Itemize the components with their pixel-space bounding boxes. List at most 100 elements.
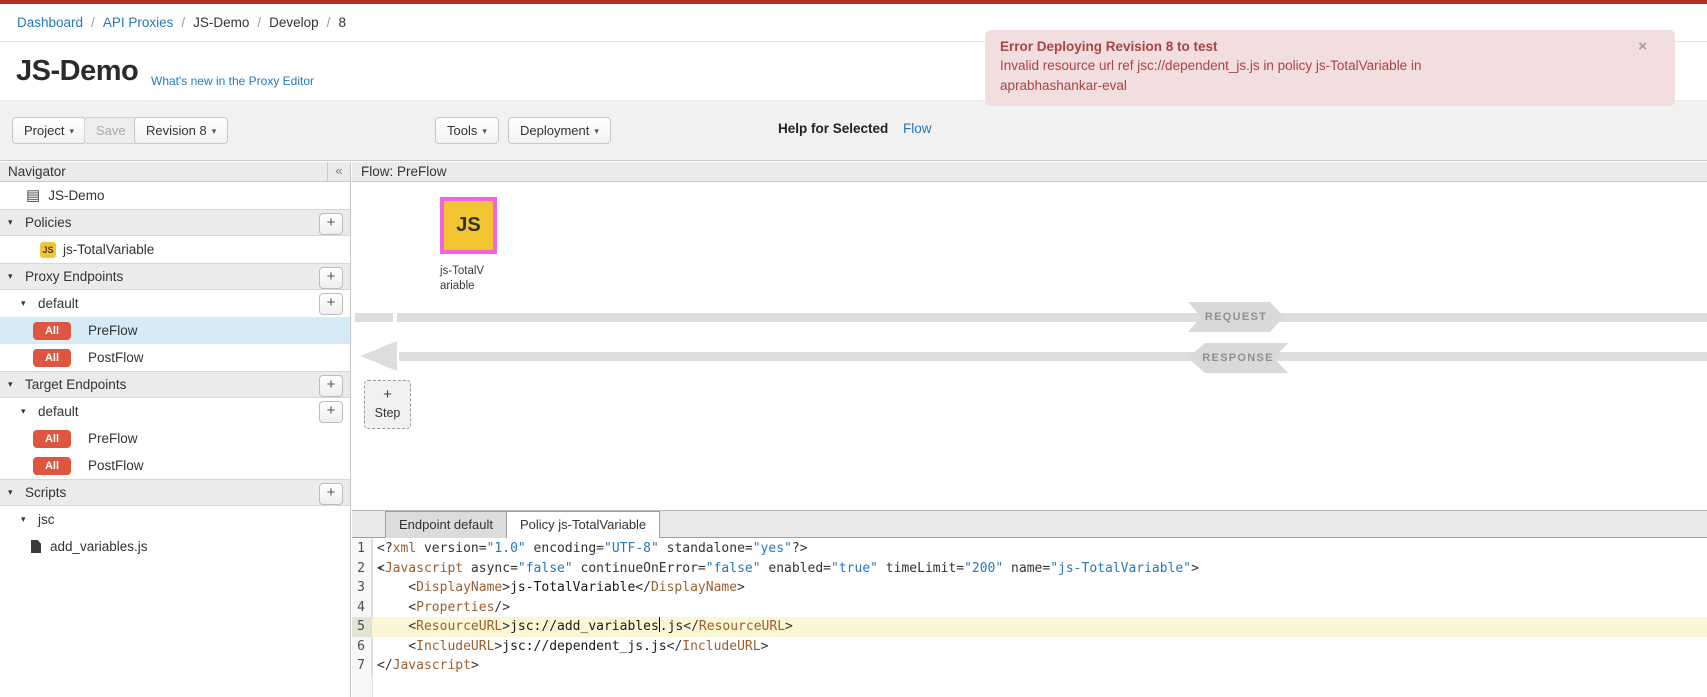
nav-item-policies[interactable]: ▾ Policies +: [0, 209, 350, 236]
nav-item-label: PostFlow: [88, 350, 144, 365]
nav-item-label: js-TotalVariable: [63, 242, 154, 257]
flow-condition-badge: All: [33, 430, 71, 448]
deployment-button[interactable]: Deployment▾: [508, 117, 611, 144]
breadcrumb-separator: /: [181, 15, 185, 30]
navigator-tree: ▤JS-Demo ▾ Policies + JS js-TotalVariable ▾ Pro…: [0, 182, 350, 560]
tree-caret-icon[interactable]: ▾: [8, 487, 17, 498]
breadcrumb-separator: /: [257, 15, 261, 30]
close-icon[interactable]: ×: [1638, 38, 1647, 55]
nav-item-label: add_variables.js: [50, 539, 148, 554]
code-area[interactable]: 1<?xml version="1.0" encoding="UTF-8" st…: [352, 538, 1707, 697]
code-text: <Javascript async="false" continueOnErro…: [372, 559, 1199, 579]
save-button[interactable]: Save: [84, 117, 138, 144]
add-button[interactable]: +: [319, 483, 343, 505]
help-for-selected-label: Help for Selected: [778, 121, 888, 136]
editor-tab-policy-js-totalvariable[interactable]: Policy js-TotalVariable: [506, 511, 660, 538]
error-toast-message-line-2: aprabhashankar-eval: [1000, 76, 1627, 96]
tree-caret-icon[interactable]: ▾: [21, 406, 30, 417]
flow-header: Flow: PreFlow: [352, 162, 1707, 182]
tree-caret-icon[interactable]: ▾: [8, 271, 17, 282]
js-policy-node[interactable]: JS: [440, 197, 497, 254]
navigator-title: Navigator: [8, 164, 66, 179]
nav-item-label: Scripts: [25, 485, 66, 500]
js-policy-label: js-TotalV ariable: [440, 264, 484, 294]
nav-item-label: PreFlow: [88, 431, 138, 446]
nav-item-jsc[interactable]: ▾ jsc: [0, 506, 350, 533]
code-line-2[interactable]: 2▾<Javascript async="false" continueOnEr…: [352, 559, 1707, 579]
tree-caret-icon[interactable]: ▾: [8, 379, 17, 390]
nav-item-postflow[interactable]: AllPostFlow: [0, 344, 350, 371]
nav-item-preflow[interactable]: All PreFlow: [0, 317, 350, 344]
code-line-1[interactable]: 1<?xml version="1.0" encoding="UTF-8" st…: [352, 539, 1707, 559]
add-button[interactable]: +: [319, 293, 343, 315]
code-editor: Endpoint defaultPolicy js-TotalVariable …: [352, 510, 1707, 697]
add-step-button[interactable]: + Step: [364, 380, 411, 429]
code-text: <IncludeURL>jsc://dependent_js.js</Inclu…: [372, 637, 768, 657]
tree-caret-icon[interactable]: ▾: [8, 217, 17, 228]
nav-item-label: default: [38, 296, 79, 311]
nav-item-preflow[interactable]: All PreFlow: [0, 425, 350, 452]
line-number: 6: [352, 637, 372, 657]
error-toast-title: Error Deploying Revision 8 to test: [1000, 39, 1627, 54]
code-line-5[interactable]: 5 <ResourceURL>jsc://add_variables.js</R…: [352, 617, 1707, 637]
collapse-panel-button[interactable]: «: [327, 162, 350, 181]
nav-item-label: PreFlow: [88, 323, 138, 338]
add-button[interactable]: +: [319, 401, 343, 423]
nav-item-add-variables-js[interactable]: add_variables.js: [0, 533, 350, 560]
nav-item-scripts[interactable]: ▾ Scripts +: [0, 479, 350, 506]
breadcrumb-8: 8: [338, 15, 346, 30]
line-number: 3: [352, 578, 372, 598]
code-line-3[interactable]: 3 <DisplayName>js-TotalVariable</Display…: [352, 578, 1707, 598]
line-number: 5: [352, 617, 372, 637]
project-button[interactable]: Project▾: [12, 117, 86, 144]
code-line-7[interactable]: 7</Javascript>: [352, 656, 1707, 676]
nav-item-label: PostFlow: [88, 458, 144, 473]
js-policy-badge-icon: JS: [40, 242, 56, 258]
editor-tab-bar: Endpoint defaultPolicy js-TotalVariable: [352, 510, 1707, 538]
plus-icon: +: [365, 384, 410, 406]
js-policy-icon: JS: [456, 214, 480, 237]
code-text: <?xml version="1.0" encoding="UTF-8" sta…: [372, 539, 808, 559]
nav-item-js-totalvariable[interactable]: JS js-TotalVariable: [0, 236, 350, 263]
whats-new-link[interactable]: What's new in the Proxy Editor: [151, 74, 314, 88]
nav-item-label: jsc: [38, 512, 55, 527]
nav-item-label: Policies: [25, 215, 72, 230]
nav-item-target-endpoints[interactable]: ▾Target Endpoints+: [0, 371, 350, 398]
tools-button[interactable]: Tools▾: [435, 117, 499, 144]
nav-item-label: Proxy Endpoints: [25, 269, 123, 284]
line-number: 7: [352, 656, 372, 676]
flow-help-link[interactable]: Flow: [903, 121, 932, 136]
response-ribbon: RESPONSE: [1188, 343, 1288, 373]
nav-item-default[interactable]: ▾ default +: [0, 398, 350, 425]
request-line-start: [355, 313, 393, 322]
flow-condition-badge: All: [33, 322, 71, 340]
nav-item-proxy-endpoints[interactable]: ▾ Proxy Endpoints +: [0, 263, 350, 290]
add-button[interactable]: +: [319, 375, 343, 397]
code-line-4[interactable]: 4 <Properties/>: [352, 598, 1707, 618]
breadcrumb-api-proxies[interactable]: API Proxies: [103, 15, 174, 30]
chevron-down-icon: ▾: [212, 126, 217, 136]
nav-item-js-demo[interactable]: ▤JS-Demo: [0, 182, 350, 209]
nav-item-postflow[interactable]: All PostFlow: [0, 452, 350, 479]
breadcrumb-develop: Develop: [269, 15, 319, 30]
editor-tab-endpoint-default[interactable]: Endpoint default: [385, 511, 507, 538]
navigator-panel: Navigator « ▤JS-Demo ▾ Policies + JS js-Total…: [0, 162, 351, 697]
code-line-6[interactable]: 6 <IncludeURL>jsc://dependent_js.js</Inc…: [352, 637, 1707, 657]
breadcrumb-dashboard[interactable]: Dashboard: [17, 15, 83, 30]
navigator-header: Navigator «: [0, 162, 350, 182]
line-number: 4: [352, 598, 372, 618]
breadcrumb-separator: /: [91, 15, 95, 30]
nav-item-default[interactable]: ▾ default +: [0, 290, 350, 317]
line-number: 2▾: [352, 559, 372, 579]
tree-caret-icon[interactable]: ▾: [21, 514, 30, 525]
add-button[interactable]: +: [319, 213, 343, 235]
nav-item-label: default: [38, 404, 79, 419]
toolbar: Project▾ Save Revision 8▾ Tools▾ Deploym…: [0, 100, 1707, 161]
add-button[interactable]: +: [319, 267, 343, 289]
request-ribbon: REQUEST: [1188, 302, 1284, 332]
flow-condition-badge: All: [33, 457, 71, 475]
revision-button[interactable]: Revision 8▾: [134, 117, 228, 144]
chevron-down-icon: ▾: [69, 126, 74, 136]
tree-caret-icon[interactable]: ▾: [21, 298, 30, 309]
fold-caret-icon[interactable]: ▾: [378, 559, 383, 579]
